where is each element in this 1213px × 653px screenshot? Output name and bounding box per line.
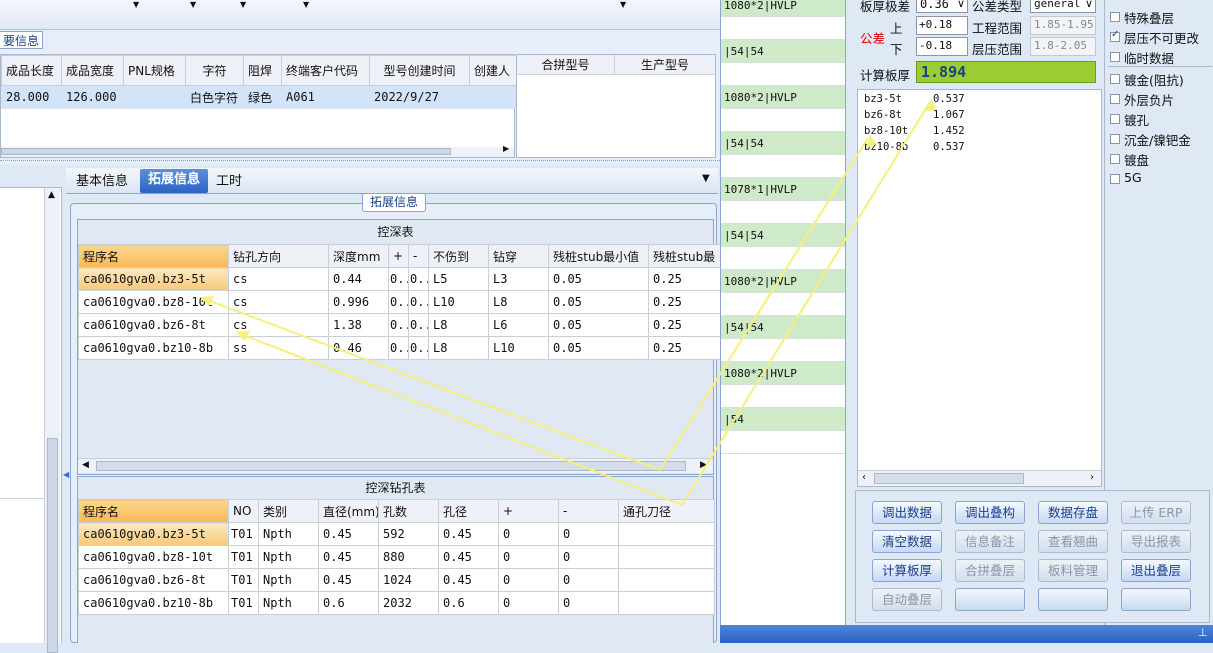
arrow-line xyxy=(659,137,869,471)
annotation-arrows xyxy=(200,99,936,506)
arrowhead xyxy=(866,135,877,148)
arrowhead xyxy=(925,99,936,111)
arrow-line xyxy=(237,332,683,506)
arrow-line xyxy=(201,297,661,471)
arrow-line xyxy=(681,101,931,506)
